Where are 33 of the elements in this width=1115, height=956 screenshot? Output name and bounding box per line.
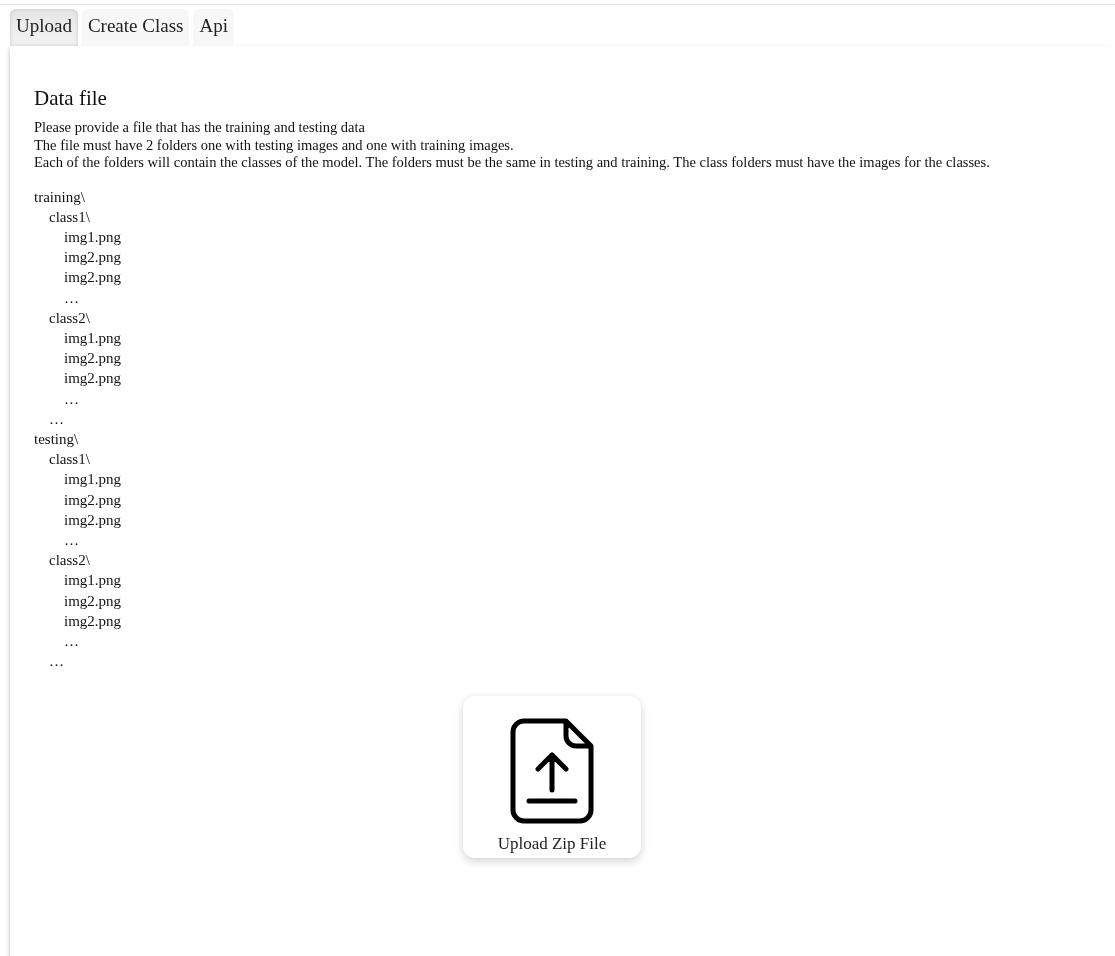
tree-entry: class2\	[49, 308, 90, 328]
tree-entry: img1.png	[64, 470, 122, 490]
tree-entry: …	[49, 409, 64, 429]
tree-entry: …	[64, 530, 79, 550]
tab[interactable]: Api	[193, 9, 234, 46]
tree-entry: img2.png	[64, 490, 122, 510]
tree-entry: img1.png	[64, 227, 122, 247]
tab[interactable]: Create Class	[81, 9, 190, 46]
upload-button[interactable]: Upload Zip File	[463, 696, 641, 859]
tree-entry: …	[64, 631, 79, 651]
tree-entry: img2.png	[64, 369, 122, 389]
tree-entry: img1.png	[64, 328, 122, 348]
tree-entry: img2.png	[64, 510, 122, 530]
tree-entry: img2.png	[64, 611, 122, 631]
tree-entry: img2.png	[64, 248, 122, 268]
description-text: Please provide a file that has the training and testing data	[34, 119, 366, 137]
tree-entry: img2.png	[64, 591, 122, 611]
tree-entry: testing\	[34, 429, 79, 449]
tree-entry: img2.png	[64, 349, 122, 369]
tree-entry: class2\	[49, 551, 90, 571]
description-text: The file must have 2 folders one with testing images and one with training images.	[34, 136, 515, 154]
tree-entry: …	[49, 652, 64, 672]
tree-entry: class1\	[49, 207, 90, 227]
description-text: Each of the folders will contain the classes of the model. The folders must be the same in testing and training. The class folders must have the images for the classes.	[34, 154, 991, 172]
tree-entry: img2.png	[64, 268, 122, 288]
file-upload-icon	[510, 718, 594, 825]
tab[interactable]: Upload	[10, 9, 78, 46]
tree-entry: class1\	[49, 450, 90, 470]
tree-entry: training\	[34, 187, 85, 207]
tree-entry: img1.png	[64, 571, 122, 591]
section-heading: Data file	[34, 86, 108, 111]
tree-entry: …	[64, 389, 79, 409]
tree-entry: …	[64, 288, 79, 308]
